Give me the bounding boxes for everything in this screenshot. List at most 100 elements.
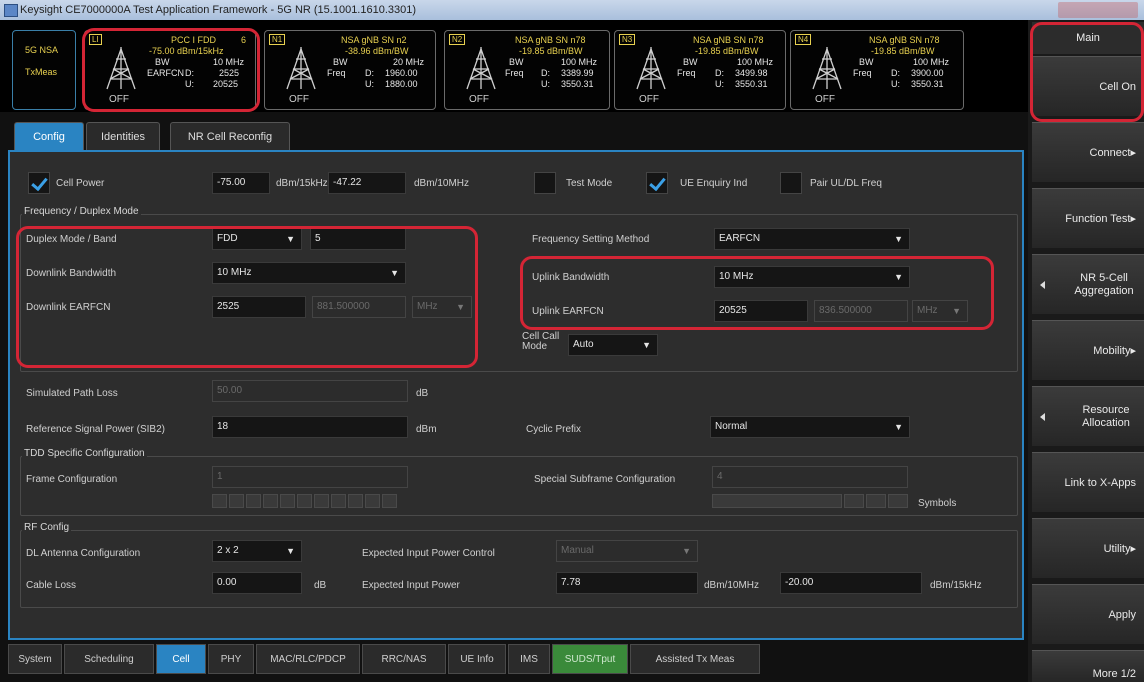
tower-icon [636, 47, 666, 90]
cell-card-pcc[interactable]: LI OFF PCC I FDD 6 -75.00 dBm/15kHz BW 1… [84, 30, 256, 110]
cell-power-label: Cell Power [56, 178, 105, 189]
bottom-tab-scheduling[interactable]: Scheduling [64, 644, 154, 674]
uplink-bandwidth-dropdown[interactable]: 10 MHz [714, 266, 910, 288]
cell-card-n1[interactable]: N1 OFF NSA gNB SN n2 -38.96 dBm/BW BW 20… [264, 30, 436, 110]
cell-power: -19.85 dBm/BW [519, 46, 583, 56]
expected-power-input[interactable]: 7.78 [556, 572, 698, 594]
utility-button[interactable]: Utility▸ [1032, 518, 1144, 578]
cell-ul-value: 20525 [213, 79, 239, 89]
cell-power-checkbox[interactable] [28, 172, 50, 194]
more-button[interactable]: More 1/2 [1032, 650, 1144, 682]
cell-call-mode-dropdown[interactable]: Auto [568, 334, 658, 356]
test-mode-checkbox[interactable] [534, 172, 556, 194]
cell-ul-label: U: [891, 79, 900, 89]
cell-name: PCC I FDD [171, 35, 216, 45]
freq-setting-method-dropdown[interactable]: EARFCN [714, 228, 910, 250]
cell-power: -38.96 dBm/BW [345, 46, 409, 56]
cell-ul-value: 3550.31 [561, 79, 594, 89]
bottom-tab-mac-rlc-pdcp[interactable]: MAC/RLC/PDCP [256, 644, 360, 674]
expected-power-label: Expected Input Power [362, 580, 460, 591]
tab-config[interactable]: Config [14, 122, 84, 151]
cell-ul-value: 1880.00 [385, 79, 418, 89]
tower-icon [106, 47, 136, 90]
ref-signal-power-input[interactable]: 18 [212, 416, 408, 438]
path-loss-unit: dB [416, 388, 429, 399]
cell-on-button[interactable]: Cell On [1032, 56, 1144, 116]
connect-button[interactable]: Connect▸ [1032, 122, 1144, 182]
tab-identities[interactable]: Identities [86, 122, 160, 151]
cell-power-input[interactable]: -75.00 [212, 172, 270, 194]
subframe-cell [297, 494, 312, 508]
bottom-tab-ue-info[interactable]: UE Info [448, 644, 506, 674]
title-bar: Keysight CE7000000A Test Application Fra… [0, 0, 1144, 20]
apply-label: Apply [1108, 608, 1136, 621]
cell-power: -75.00 dBm/15kHz [149, 46, 224, 56]
utility-label: Utility▸ [1103, 543, 1136, 555]
nr-5cell-aggregation-button[interactable]: NR 5-Cell Aggregation [1032, 254, 1144, 314]
subframe-cell [348, 494, 363, 508]
rf-config-section [20, 530, 1018, 608]
cell-bw-value: 100 MHz [561, 57, 598, 67]
mode-indicator[interactable]: 5G NSA TxMeas [12, 30, 76, 110]
bottom-tab-system[interactable]: System [8, 644, 62, 674]
uplink-frequency-unit: MHz [912, 300, 968, 322]
cell-ul-value: 3550.31 [911, 79, 944, 89]
more-label: More 1/2 [1092, 668, 1136, 680]
arrow-left-icon [1040, 412, 1045, 421]
cell-bw-value: 100 MHz [913, 57, 950, 67]
bottom-tab-rrc-nas[interactable]: RRC/NAS [362, 644, 446, 674]
subframe-cell [314, 494, 329, 508]
cyclic-prefix-dropdown[interactable]: Normal [710, 416, 910, 438]
bottom-tab-suds-tput[interactable]: SUDS/Tput [552, 644, 628, 674]
cell-bw-value: 100 MHz [737, 57, 774, 67]
resource-allocation-button[interactable]: Resource Allocation [1032, 386, 1144, 446]
function-test-button[interactable]: Function Test▸ [1032, 188, 1144, 248]
path-loss-label: Simulated Path Loss [26, 388, 118, 399]
cell-card-n3[interactable]: N3 OFF NSA gNB SN n78 -19.85 dBm/BW BW 1… [614, 30, 786, 110]
apply-button[interactable]: Apply [1032, 584, 1144, 644]
expected-power-control-dropdown: Manual [556, 540, 698, 562]
cell-bw-value: 20 MHz [393, 57, 425, 67]
cell-power-10mhz-input[interactable]: -47.22 [328, 172, 406, 194]
mode-5g-nsa: 5G NSA [25, 45, 59, 55]
uplink-earfcn-input[interactable]: 20525 [714, 300, 808, 322]
pair-ul-dl-checkbox[interactable] [780, 172, 802, 194]
cell-bw-label: BW [859, 57, 874, 67]
mobility-label: Mobility▸ [1093, 345, 1136, 357]
app-icon [4, 4, 18, 17]
downlink-earfcn-input[interactable]: 2525 [212, 296, 306, 318]
cell-ul-label: U: [715, 79, 724, 89]
band-input[interactable]: 5 [310, 228, 406, 250]
link-to-xapps-button[interactable]: Link to X-Apps [1032, 452, 1144, 512]
duplex-mode-label: Duplex Mode / Band [26, 234, 117, 245]
downlink-bandwidth-dropdown[interactable]: 10 MHz [212, 262, 406, 284]
cell-dl-value: 3389.99 [561, 68, 594, 78]
cell-name: NSA gNB SN n78 [869, 35, 940, 45]
dl-antenna-dropdown[interactable]: 2 x 2 [212, 540, 302, 562]
expected-power-15khz-input[interactable]: -20.00 [780, 572, 922, 594]
ue-enquiry-checkbox[interactable] [646, 172, 668, 194]
cell-bw-label: BW [683, 57, 698, 67]
cell-card-n4[interactable]: N4 OFF NSA gNB SN n78 -19.85 dBm/BW BW 1… [790, 30, 964, 110]
subframe-cell [382, 494, 397, 508]
window-title: Keysight CE7000000A Test Application Fra… [20, 4, 417, 16]
bottom-tab-phy[interactable]: PHY [208, 644, 254, 674]
frame-config-label: Frame Configuration [26, 474, 118, 485]
cell-freq-label: Freq [853, 68, 872, 78]
bottom-tab-cell[interactable]: Cell [156, 644, 206, 674]
cell-power: -19.85 dBm/BW [695, 46, 759, 56]
subframe-cell [263, 494, 278, 508]
bottom-tab-assisted-tx-meas[interactable]: Assisted Tx Meas [630, 644, 760, 674]
cell-card-n2[interactable]: N2 OFF NSA gNB SN n78 -19.85 dBm/BW BW 1… [444, 30, 610, 110]
bottom-tab-ims[interactable]: IMS [508, 644, 550, 674]
cell-name: NSA gNB SN n78 [693, 35, 764, 45]
nr-5cell-aggregation-label: NR 5-Cell Aggregation [1074, 271, 1134, 297]
cell-ul-label: U: [365, 79, 374, 89]
symbol-segment [844, 494, 864, 508]
duplex-mode-dropdown[interactable]: FDD [212, 228, 302, 250]
mobility-button[interactable]: Mobility▸ [1032, 320, 1144, 380]
cable-loss-input[interactable]: 0.00 [212, 572, 302, 594]
window-controls[interactable] [1058, 2, 1138, 18]
tab-nr-cell-reconfig[interactable]: NR Cell Reconfig [170, 122, 290, 151]
cell-freq-label: Freq [677, 68, 696, 78]
